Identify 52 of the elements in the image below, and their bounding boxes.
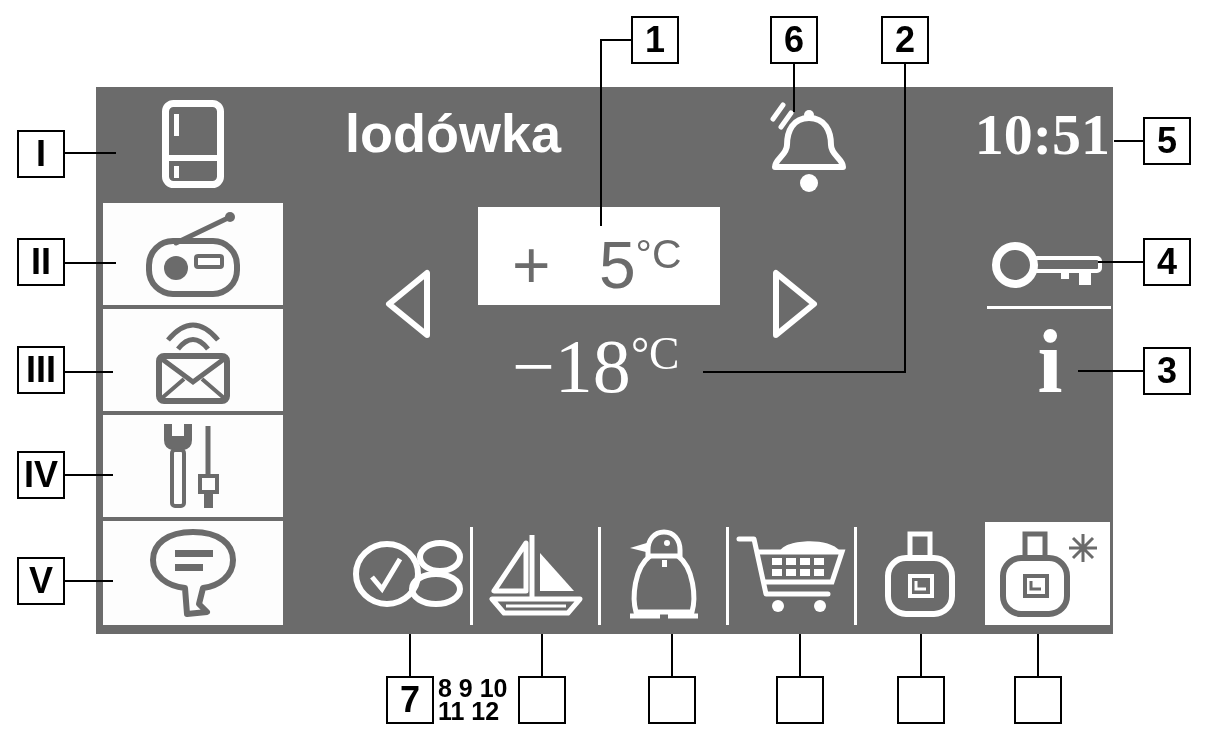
info-button[interactable]: i	[1037, 317, 1063, 407]
leader-line	[1097, 261, 1144, 263]
callout-label: I	[17, 130, 65, 178]
leader-line	[64, 474, 114, 476]
leader-line	[64, 152, 117, 154]
callout-label: 3	[1143, 347, 1191, 395]
blank-callout-box	[1014, 676, 1062, 724]
leader-line	[541, 633, 543, 677]
menu-button[interactable]	[103, 203, 283, 305]
triangle-left-icon	[383, 268, 433, 340]
callout-label: III	[17, 346, 65, 394]
blank-callout-box	[776, 676, 824, 724]
leader-line	[671, 633, 673, 677]
leader-line	[64, 262, 117, 264]
leader-line	[409, 633, 411, 677]
callout-label: 5	[1143, 117, 1191, 165]
callout-label: 4	[1143, 238, 1191, 286]
screen-title: lodówka	[345, 103, 562, 163]
previous-button[interactable]	[383, 268, 433, 340]
blank-callout-box	[518, 676, 566, 724]
callout-label: IV	[17, 451, 65, 499]
blank-callout-box	[897, 676, 945, 724]
freezer-temperature: −18$^{°C}$	[512, 328, 680, 404]
leader-line	[64, 580, 114, 582]
callout-label: 2	[881, 16, 929, 64]
radio-icon	[146, 211, 240, 297]
fridge-temperature: + 5$^{°C}$	[512, 232, 682, 298]
callout-label: 6	[770, 16, 818, 64]
menu-button[interactable]	[103, 521, 283, 625]
callout-label: V	[17, 557, 65, 605]
blank-callout-box	[648, 676, 696, 724]
leader-line	[1113, 140, 1144, 142]
key-icon	[991, 240, 1103, 290]
triangle-right-icon	[770, 268, 820, 340]
menu-button[interactable]	[103, 415, 283, 517]
leader-line	[1077, 370, 1144, 372]
leader-line	[64, 371, 114, 373]
fridge-icon	[162, 99, 224, 188]
speech-bubble-icon	[149, 528, 237, 618]
clock-time: 10:51	[974, 106, 1110, 164]
callout-label: II	[17, 238, 65, 286]
callout-label: 7	[386, 676, 434, 724]
callout-label: 1	[631, 16, 679, 64]
menu-button[interactable]	[103, 309, 283, 411]
key-button[interactable]	[991, 240, 1103, 290]
callout-numbers: 8 9 10 11 12	[438, 677, 509, 723]
leader-line	[799, 633, 801, 677]
leader-line	[920, 633, 922, 677]
temperature-display[interactable]: + 5$^{°C}$	[478, 207, 720, 305]
mode-button[interactable]	[985, 522, 1110, 625]
next-button[interactable]	[770, 268, 820, 340]
leader-line	[1037, 633, 1039, 677]
